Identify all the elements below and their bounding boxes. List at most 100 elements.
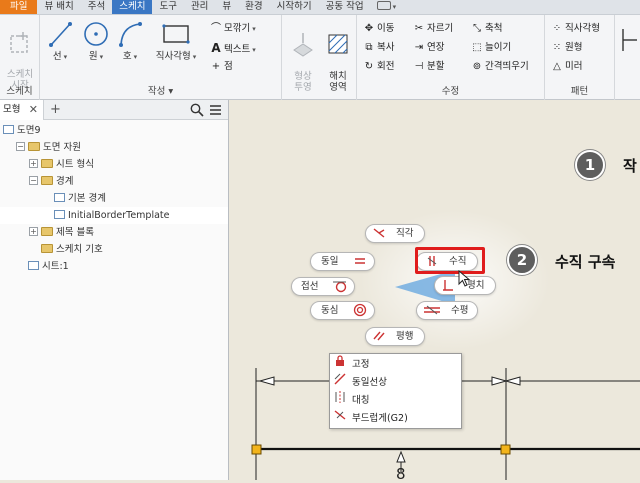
tree-node-label: InitialBorderTemplate	[68, 210, 170, 221]
parallel-button[interactable]: 평행	[365, 327, 425, 346]
expand-icon[interactable]: +	[29, 227, 38, 236]
rotate-button[interactable]: ↻ 회전	[363, 59, 395, 75]
horizontal-icon	[424, 305, 440, 315]
tab-view-layout[interactable]: 뷰 배치	[37, 0, 80, 14]
tree-node[interactable]: 시트:1	[0, 258, 228, 275]
tree-node[interactable]: 스케치 기호	[0, 241, 228, 258]
add-tab-button[interactable]: +	[50, 100, 61, 119]
tab-file[interactable]: 파일	[0, 0, 38, 14]
scale-button[interactable]: ⤡ 축척	[471, 21, 502, 37]
smooth-constraint-item[interactable]: 부드럽게(G2)	[334, 409, 408, 426]
folder-icon	[41, 159, 53, 168]
tree-node-label: 스케치 기호	[56, 244, 103, 255]
horizontal-button[interactable]: 수평	[416, 301, 478, 320]
start-sketch-icon	[10, 32, 28, 53]
pattern-panel-title: 패턴	[570, 86, 589, 97]
tree-node[interactable]: − 경계	[0, 173, 228, 190]
tangent-label: 접선	[301, 281, 319, 292]
hatch-region-button[interactable]: 해치 영역	[320, 19, 356, 93]
line-label: 선	[52, 51, 62, 62]
point-button[interactable]: + 점	[210, 59, 233, 75]
copy-label: 복사	[377, 42, 395, 53]
chevron-down-icon: ▾	[252, 25, 256, 33]
hatch-region-label: 해치 영역	[329, 71, 347, 93]
start-sketch-button[interactable]: 스케치 시작	[3, 19, 37, 91]
mouse-cursor-icon	[458, 270, 471, 287]
chevron-down-icon: ▾	[252, 46, 256, 54]
symmetric-constraint-item[interactable]: 대칭	[334, 391, 369, 408]
tab-sketch[interactable]: 스케치	[112, 0, 153, 14]
circle-icon	[84, 22, 108, 46]
fix-constraint-item[interactable]: 고정	[334, 355, 369, 372]
arc-button[interactable]: 호 ▾	[112, 19, 148, 63]
tab-annotate[interactable]: 주석	[81, 0, 112, 14]
tab-collaborate[interactable]: 공동 작업	[319, 0, 371, 14]
sheet-icon	[54, 210, 65, 219]
tangent-button[interactable]: 접선	[291, 277, 355, 296]
dimension-value[interactable]: 8	[396, 465, 406, 483]
close-icon[interactable]: ✕	[29, 100, 38, 120]
tab-manage[interactable]: 관리	[184, 0, 215, 14]
tree-node[interactable]: InitialBorderTemplate	[0, 207, 228, 224]
scale-icon: ⤡	[473, 23, 481, 34]
project-geometry-button[interactable]: 형상 투영	[285, 19, 321, 93]
mirror-button[interactable]: △ 미러	[551, 59, 582, 75]
extend-button[interactable]: ⇥ 연장	[413, 40, 445, 56]
circular-pattern-label: 원형	[565, 42, 583, 53]
smooth-constraint-label: 부드럽게(G2)	[352, 413, 408, 424]
arrowhead-mid-right	[504, 376, 521, 386]
circle-button[interactable]: 원 ▾	[78, 19, 114, 63]
collinear-constraint-item[interactable]: 동일선상	[334, 373, 387, 390]
tree-node[interactable]: + 시트 형식	[0, 156, 228, 173]
tab-tools[interactable]: 도구	[152, 0, 183, 14]
tab-get-started[interactable]: 시작하기	[270, 0, 319, 14]
circular-pattern-button[interactable]: ⁙ 원형	[551, 40, 583, 56]
tree-node[interactable]: 기본 경계	[0, 190, 228, 207]
text-icon: A	[211, 41, 221, 55]
coincident-button[interactable]: 동일	[310, 252, 375, 271]
point-label: 점	[224, 61, 233, 72]
fillet-button[interactable]: ⌒ 모깎기 ▾	[210, 21, 256, 37]
text-button[interactable]: A 텍스트 ▾	[210, 40, 256, 56]
stretch-button[interactable]: ⬚ 늘이기	[471, 40, 511, 56]
search-icon[interactable]	[190, 103, 204, 117]
tree-node[interactable]: 도면9	[0, 122, 228, 139]
perpendicular-button[interactable]: 직각	[365, 224, 425, 243]
trim-button[interactable]: ✂ 자르기	[413, 21, 453, 37]
project-geometry-icon	[293, 33, 313, 57]
arrowhead-mid-left	[491, 376, 508, 386]
move-label: 이동	[377, 23, 395, 34]
tree-node-label: 기본 경계	[68, 193, 106, 204]
tab-environment[interactable]: 환경	[238, 0, 269, 14]
split-button[interactable]: ⊣ 분할	[413, 59, 445, 75]
expand-icon[interactable]: +	[29, 159, 38, 168]
browser-header: 모형 ✕ +	[0, 100, 228, 120]
copy-button[interactable]: ⧉ 복사	[363, 40, 394, 56]
tree-node[interactable]: + 제목 블록	[0, 224, 228, 241]
rectangular-pattern-button[interactable]: ⁘ 직사각형	[551, 21, 600, 37]
move-button[interactable]: ✥ 이동	[363, 21, 395, 37]
offset-button[interactable]: ⊚ 간격띄우기	[471, 59, 529, 75]
rectangle-button[interactable]: 직사각형 ▾	[150, 19, 202, 63]
browser-tab-model[interactable]: 모형 ✕	[0, 100, 44, 120]
horizontal-partial-icon	[443, 280, 453, 291]
collapse-icon[interactable]: −	[29, 176, 38, 185]
tree-node[interactable]: − 도면 자원	[0, 139, 228, 156]
chevron-down-icon: ▾	[63, 53, 68, 61]
symmetric-icon	[334, 391, 346, 409]
vertical-highlight-box	[415, 247, 485, 274]
endpoint-marker-left[interactable]	[251, 444, 262, 455]
menu-icon[interactable]	[209, 104, 222, 116]
drawing-canvas[interactable]: 8 직각 동일 수직 접선 평치 동심 수평 평행 1 작 2 수직 구속 고정…	[230, 100, 640, 483]
line-button[interactable]: 선 ▾	[42, 19, 78, 63]
arc-label: 호	[122, 51, 132, 62]
quick-access-dropdown[interactable]: ▾	[371, 0, 403, 14]
lock-icon	[334, 355, 346, 373]
collapse-icon[interactable]: −	[16, 142, 25, 151]
constraint-icon[interactable]	[619, 25, 639, 55]
overflow-panel	[615, 15, 640, 100]
concentric-button[interactable]: 동심	[310, 301, 375, 320]
create-panel-title[interactable]: 작성 ▾	[40, 86, 281, 98]
endpoint-marker-right[interactable]	[500, 444, 511, 455]
tab-view[interactable]: 뷰	[215, 0, 238, 14]
